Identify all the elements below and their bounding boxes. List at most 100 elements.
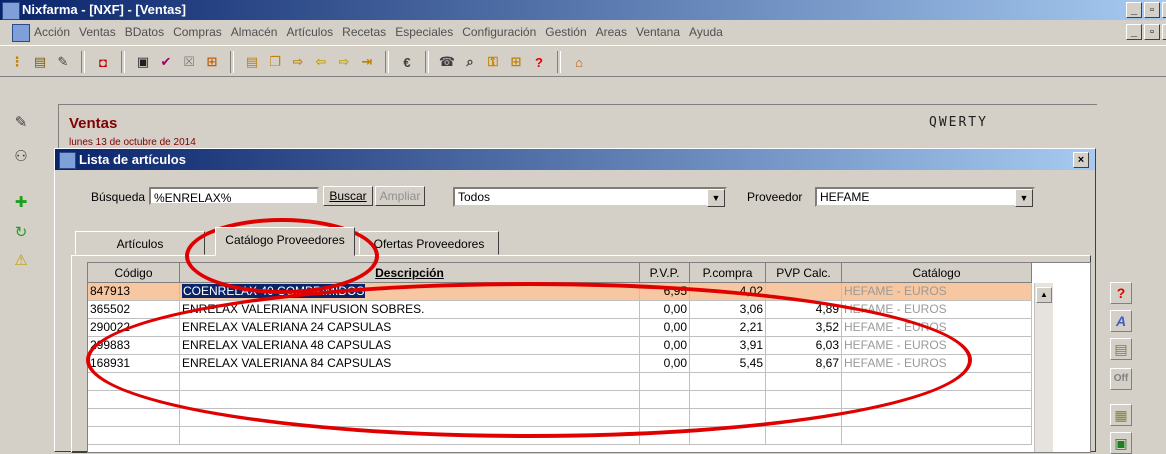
menu-articulos[interactable]: Artículos [286,25,333,39]
header-codigo[interactable]: Código [88,263,180,283]
exit-icon[interactable]: ⇥ [358,53,376,71]
menu-configuracion[interactable]: Configuración [462,25,536,39]
menu-gestion[interactable]: Gestión [545,25,586,39]
arrow-left-icon[interactable]: ⇦ [312,53,330,71]
help-icon[interactable]: ? [1110,282,1132,304]
dialog-close-button[interactable]: × [1073,152,1089,168]
filter-select-value: Todos [458,190,491,204]
left-toolbar: ✎ ⚇ ✚ ↻ ⚠ [0,108,44,450]
search-icon[interactable]: ⌕ [461,53,479,71]
refresh-icon[interactable]: ↻ [10,222,32,244]
table-row-empty[interactable] [88,427,1032,445]
menu-almacen[interactable]: Almacén [231,25,278,39]
cancel-icon[interactable]: ☒ [180,53,198,71]
menu-especiales[interactable]: Especiales [395,25,453,39]
check-icon[interactable]: ✔ [157,53,175,71]
table-row-empty[interactable] [88,391,1032,409]
tab-catalogo-proveedores[interactable]: Catálogo Proveedores [215,227,355,256]
buscar-button[interactable]: Buscar [323,186,373,206]
table-row[interactable]: 365502 ENRELAX VALERIANA INFUSION SOBRES… [88,301,1032,319]
euro-icon[interactable]: € [398,53,416,71]
document-icon[interactable]: ▤ [1110,338,1132,360]
menu-accion[interactable]: Acción [34,25,70,39]
tab-ofertas-proveedores[interactable]: Ofertas Proveedores [359,231,499,255]
cell-pcompra: 4,02 [690,283,766,301]
table-row-empty[interactable] [88,373,1032,391]
excel-icon[interactable]: ▣ [1110,432,1132,454]
menu-ventana[interactable]: Ventana [636,25,680,39]
menu-compras[interactable]: Compras [173,25,222,39]
filter-icon[interactable]: ⊞ [203,53,221,71]
scroll-up-icon[interactable]: ▲ [1036,287,1052,303]
cell-pvpcalc: 8,67 [766,355,842,373]
table-icon[interactable]: ▦ [1110,404,1132,426]
table-row[interactable]: 290022 ENRELAX VALERIANA 24 CAPSULAS 0,0… [88,319,1032,337]
menu-recetas[interactable]: Recetas [342,25,386,39]
home-icon[interactable]: ⌂ [570,53,588,71]
users-icon[interactable]: ⚇ [10,146,32,168]
document-icon[interactable]: ▤ [31,53,49,71]
header-pcompra[interactable]: P.compra [690,263,766,283]
search-label: Búsqueda [91,190,146,204]
cell-catalogo: HEFAME - EUROS [842,301,1032,319]
add-icon[interactable]: ✚ [10,192,32,214]
child-restore-button[interactable]: ▫ [1144,24,1160,40]
cell-pcompra: 2,21 [690,319,766,337]
grid-icon[interactable]: ⊞ [507,53,525,71]
phone-icon[interactable]: ☎ [438,53,456,71]
minimize-button[interactable]: _ [1126,2,1142,18]
menu-bdatos[interactable]: BDatos [125,25,164,39]
ampliar-button[interactable]: Ampliar [375,186,425,206]
cell-pcompra: 3,91 [690,337,766,355]
chevron-down-icon[interactable]: ▼ [707,189,725,207]
proveedor-select[interactable]: HEFAME ▼ [815,187,1035,207]
cell-pvpcalc: 6,03 [766,337,842,355]
proveedor-select-value: HEFAME [820,190,870,204]
edit-icon[interactable]: ✎ [54,53,72,71]
off-icon[interactable]: Off [1110,368,1132,390]
pencil-icon[interactable]: ✎ [10,112,32,134]
cell-descripcion: ENRELAX VALERIANA 24 CAPSULAS [180,319,640,337]
menu-ventas[interactable]: Ventas [79,25,116,39]
child-close-button[interactable]: × [1162,24,1166,40]
cell-codigo: 365502 [88,301,180,319]
stop-icon[interactable]: ◘ [94,53,112,71]
restore-button[interactable]: ▫ [1144,2,1160,18]
ventas-date: lunes 13 de octubre de 2014 [69,137,196,148]
right-toolbar: ? A ▤ Off ▦ ▣ [1100,104,1166,454]
key-icon[interactable]: ⚿ [484,53,502,71]
help-icon[interactable]: ? [530,53,548,71]
search-input[interactable]: %ENRELAX% [149,187,319,205]
header-pvp[interactable]: P.V.P. [640,263,690,283]
list-icon[interactable]: ⋮ [8,53,26,71]
cell-codigo: 290022 [88,319,180,337]
table-row-empty[interactable] [88,409,1032,427]
table-row[interactable]: 299883 ENRELAX VALERIANA 48 CAPSULAS 0,0… [88,337,1032,355]
chevron-down-icon[interactable]: ▼ [1015,189,1033,207]
child-minimize-button[interactable]: _ [1126,24,1142,40]
filter-select[interactable]: Todos ▼ [453,187,727,207]
font-icon[interactable]: A [1110,310,1132,332]
warning-icon[interactable]: ⚠ [10,250,32,272]
copy-icon[interactable]: ❐ [266,53,284,71]
dialog-title-bar: Lista de artículos × [55,149,1095,170]
close-button[interactable]: × [1162,2,1166,18]
menu-areas[interactable]: Areas [596,25,627,39]
document-icon[interactable]: ▤ [243,53,261,71]
header-catalogo[interactable]: Catálogo [842,263,1032,283]
print-icon[interactable]: ▣ [134,53,152,71]
main-toolbar: ⋮ ▤ ✎ ◘ ▣ ✔ ☒ ⊞ ▤ ❐ ⇨ ⇦ ⇨ ⇥ € ☎ ⌕ ⚿ ⊞ ? … [0,45,1166,77]
tab-articulos[interactable]: Artículos [75,231,205,255]
table-row[interactable]: 168931 ENRELAX VALERIANA 84 CAPSULAS 0,0… [88,355,1032,373]
header-descripcion[interactable]: Descripción [180,263,640,283]
arrow-right-icon[interactable]: ⇨ [335,53,353,71]
mdi-child-icon[interactable] [12,24,30,42]
cell-codigo: 168931 [88,355,180,373]
header-pvpcalc[interactable]: PVP Calc. [766,263,842,283]
table-row[interactable]: 847913 COENRELAX 40 COMPRIMIDOS 6,95 4,0… [88,283,1032,301]
app-title-bar: Nixfarma - [NXF] - [Ventas] _ ▫ × [0,0,1166,20]
lista-articulos-dialog: Lista de artículos × Búsqueda %ENRELAX% … [54,148,1096,453]
vertical-scrollbar[interactable]: ▲ [1034,283,1053,452]
menu-ayuda[interactable]: Ayuda [689,25,723,39]
forward-icon[interactable]: ⇨ [289,53,307,71]
